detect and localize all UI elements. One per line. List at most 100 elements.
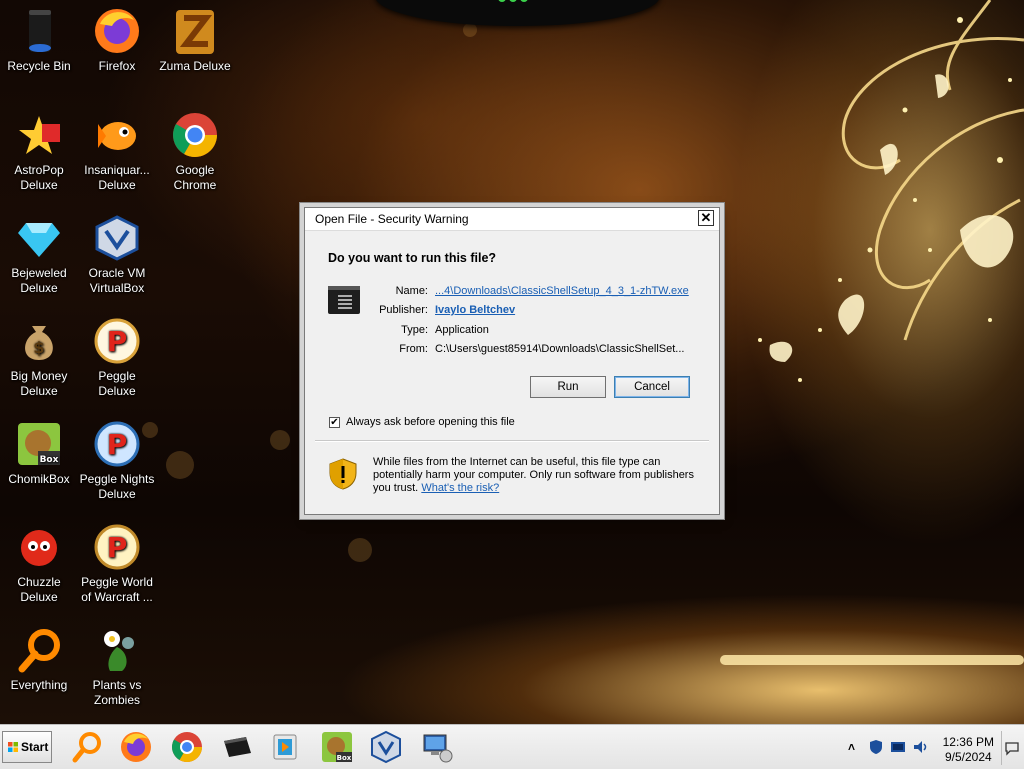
- taskbar-chomikbox[interactable]: Box: [320, 729, 354, 765]
- desktop-icon-label: Plants vs Zombies: [92, 678, 142, 707]
- bejeweled-icon: [14, 213, 64, 263]
- publisher-link[interactable]: Ivaylo Beltchev: [435, 304, 515, 316]
- desktop-icon-plants-vs-zombies[interactable]: Plants vs Zombies: [78, 625, 156, 708]
- chrome-icon: [171, 732, 202, 763]
- name-label: Name:: [395, 285, 428, 297]
- desktop-icon-label: Peggle Nights Deluxe: [79, 472, 155, 501]
- plants-vs-zombies-icon: [92, 625, 142, 675]
- desktop-icon-label: Big Money Deluxe: [10, 369, 68, 398]
- virtualbox-icon: [92, 213, 142, 263]
- firefox-icon: [121, 732, 151, 762]
- chuzzle-icon: [14, 522, 64, 572]
- file-name-link[interactable]: ...4\Downloads\ClassicShellSetup_4_3_1-z…: [435, 285, 689, 297]
- type-value: Application: [435, 324, 489, 336]
- media-player-icon: [273, 734, 297, 760]
- dialog-divider: [315, 440, 709, 442]
- desktop-icon-chuzzle[interactable]: Chuzzle Deluxe: [0, 522, 78, 605]
- svg-text:P: P: [107, 531, 128, 564]
- close-button[interactable]: ✕: [698, 210, 714, 226]
- from-label: From:: [399, 343, 428, 355]
- chrome-icon: [170, 110, 220, 160]
- big-money-icon: $: [14, 316, 64, 366]
- desktop-icon-label: Peggle Deluxe: [98, 369, 136, 398]
- warning-text: While files from the Internet can be use…: [373, 456, 703, 495]
- show-hidden-icons-chevron[interactable]: ˄: [848, 739, 864, 755]
- desktop-icon-label: Bejeweled Deluxe: [11, 266, 67, 295]
- start-label: Start: [21, 740, 49, 754]
- taskbar-media-player[interactable]: [268, 729, 302, 765]
- display-icon[interactable]: [890, 739, 906, 755]
- green-dot: [520, 0, 528, 2]
- network-shield-icon[interactable]: [868, 739, 884, 755]
- taskbar-network-computer[interactable]: [420, 729, 454, 765]
- always-ask-label[interactable]: Always ask before opening this file: [346, 416, 515, 428]
- desktop-icon-big-money[interactable]: $ Big Money Deluxe: [0, 316, 78, 399]
- clock[interactable]: 12:36 PM 9/5/2024: [943, 735, 994, 765]
- run-button[interactable]: Run: [530, 376, 606, 398]
- desktop-icon-virtualbox[interactable]: Oracle VM VirtualBox: [78, 213, 156, 296]
- dialog-titlebar[interactable]: Open File - Security Warning ✕: [305, 208, 719, 231]
- desktop-icon-firefox[interactable]: Firefox: [78, 6, 156, 74]
- show-desktop-separator: [1001, 731, 1002, 765]
- insaniquarium-icon: [92, 110, 142, 160]
- desktop-icon-everything[interactable]: Everything: [0, 625, 78, 693]
- desktop-icon-insaniquarium[interactable]: Insaniquar... Deluxe: [78, 110, 156, 193]
- svg-text:P: P: [107, 428, 128, 461]
- desktop-icon-label: Zuma Deluxe: [159, 59, 231, 73]
- desktop-icon-chrome[interactable]: Google Chrome: [156, 110, 234, 193]
- desktop-icon-bejeweled[interactable]: Bejeweled Deluxe: [0, 213, 78, 296]
- everything-search-icon: [14, 625, 64, 675]
- taskbar: Start Box ˄ 12:36 PM 9/5/2024: [0, 724, 1024, 769]
- desktop-icon-peggle-nights[interactable]: P Peggle Nights Deluxe: [78, 419, 156, 502]
- volume-icon[interactable]: [912, 739, 928, 755]
- type-label: Type:: [401, 324, 428, 336]
- green-dot: [498, 0, 506, 2]
- desktop-icon-label: AstroPop Deluxe: [14, 163, 64, 192]
- from-value: C:\Users\guest85914\Downloads\ClassicShe…: [435, 343, 685, 355]
- desktop-icon-astropop[interactable]: AstroPop Deluxe: [0, 110, 78, 193]
- cancel-button[interactable]: Cancel: [614, 376, 690, 398]
- svg-text:Box: Box: [337, 754, 352, 762]
- application-file-icon: [328, 286, 360, 314]
- taskbar-firefox[interactable]: [119, 729, 153, 765]
- notification-icon[interactable]: [1004, 740, 1020, 756]
- astropop-icon: [14, 110, 64, 160]
- peggle-wow-icon: P: [92, 522, 142, 572]
- desktop-icon-peggle-wow[interactable]: P Peggle World of Warcraft ...: [78, 522, 156, 605]
- warning-shield-icon: [329, 458, 357, 490]
- network-computer-icon: [423, 734, 453, 763]
- desktop-icon-label: Peggle World of Warcraft ...: [81, 575, 153, 604]
- risk-link[interactable]: What's the risk?: [421, 482, 499, 494]
- everything-search-icon: [72, 732, 101, 763]
- desktop-icon-label: Firefox: [98, 59, 136, 73]
- chomikbox-icon: Box: [14, 419, 64, 469]
- zuma-icon: [170, 6, 220, 56]
- svg-text:Box: Box: [40, 455, 59, 465]
- desktop-icon-label: Everything: [10, 678, 68, 692]
- taskbar-virtualbox[interactable]: [369, 729, 403, 765]
- desktop-icon-recycle-bin[interactable]: Recycle Bin: [0, 6, 78, 74]
- peggle-nights-icon: P: [92, 419, 142, 469]
- desktop-icon-chomikbox[interactable]: Box ChomikBox: [0, 419, 78, 487]
- recycle-bin-icon: [14, 6, 64, 56]
- desktop-icon-label: Oracle VM VirtualBox: [88, 266, 146, 295]
- always-ask-checkbox[interactable]: ✔: [329, 417, 340, 428]
- dialog-title: Open File - Security Warning: [315, 212, 469, 226]
- security-warning-dialog: Open File - Security Warning ✕ Do you wa…: [304, 207, 720, 515]
- terminal-icon: [224, 737, 251, 757]
- dialog-question: Do you want to run this file?: [328, 251, 497, 265]
- virtualbox-icon: [371, 730, 401, 764]
- taskbar-everything[interactable]: [70, 729, 104, 765]
- desktop-icon-peggle[interactable]: P Peggle Deluxe: [78, 316, 156, 399]
- desktop-icon-zuma[interactable]: Zuma Deluxe: [156, 6, 234, 74]
- taskbar-chrome[interactable]: [170, 729, 204, 765]
- taskbar-terminal[interactable]: [220, 729, 254, 765]
- clock-date: 9/5/2024: [944, 750, 992, 764]
- system-tray: ˄ 12:36 PM 9/5/2024: [844, 731, 1024, 765]
- start-button[interactable]: Start: [2, 731, 52, 763]
- desktop-icon-label: ChomikBox: [8, 472, 70, 486]
- svg-text:P: P: [107, 325, 128, 358]
- publisher-label: Publisher:: [379, 304, 428, 316]
- svg-text:$: $: [33, 338, 44, 357]
- desktop-icon-label: Chuzzle Deluxe: [17, 575, 61, 604]
